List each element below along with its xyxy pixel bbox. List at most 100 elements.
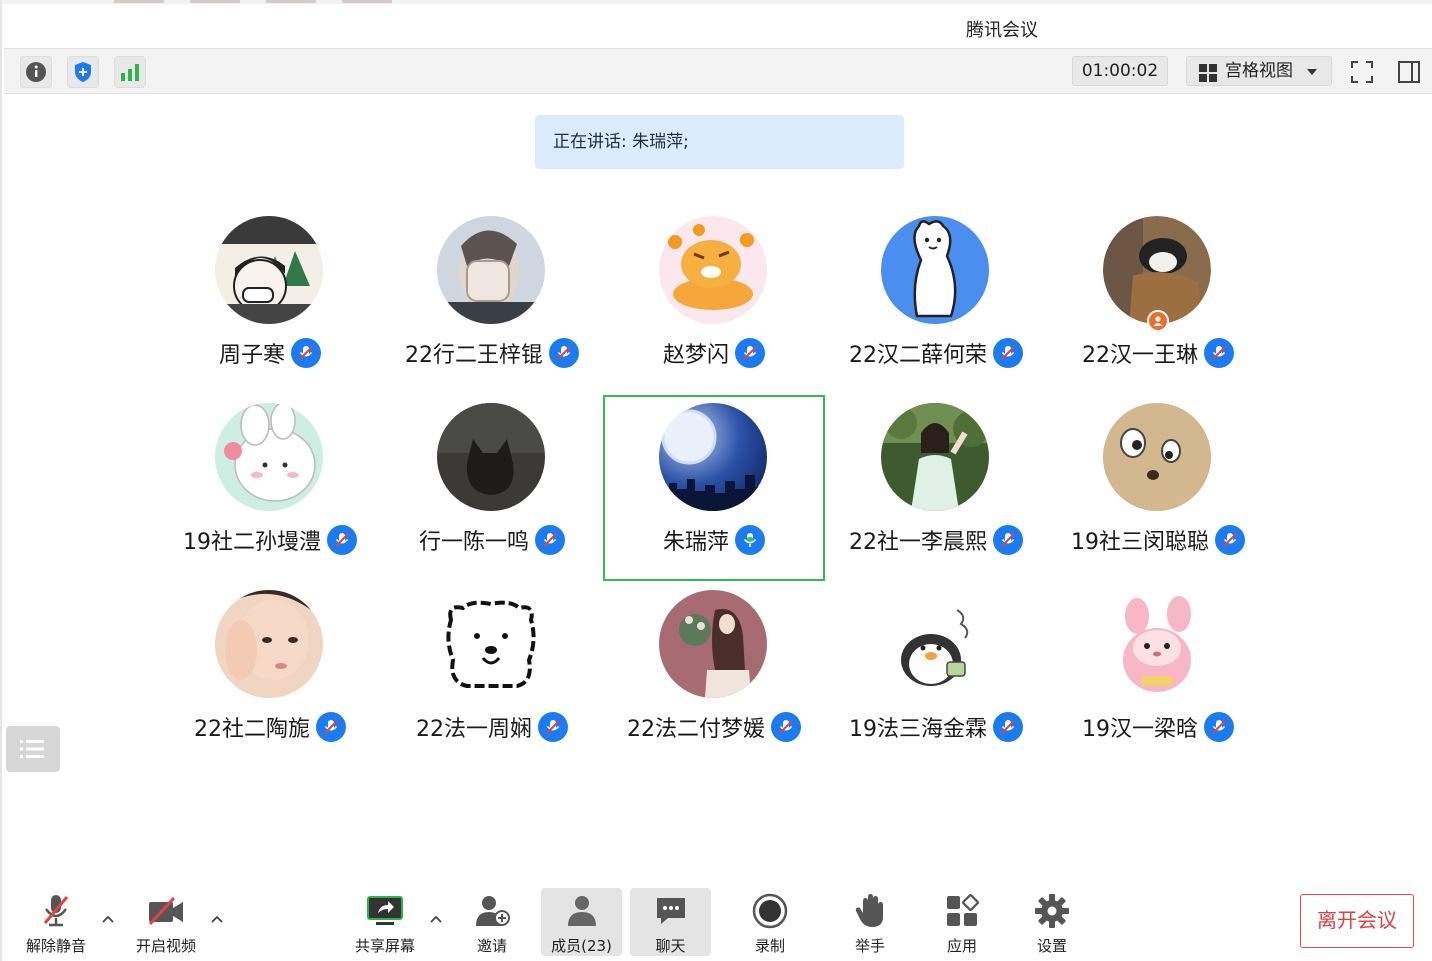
members-icon: [567, 895, 596, 926]
participant-name: 22行二王梓锟: [405, 343, 543, 368]
record-button[interactable]: 录制: [740, 888, 800, 956]
mic-muted-icon: [735, 338, 765, 368]
mic-speaking-icon: [735, 525, 765, 555]
signal-icon: [121, 64, 139, 81]
participant-tile[interactable]: 22汉一王琳: [1047, 208, 1269, 394]
chat-label: 聊天: [655, 937, 686, 955]
info-button[interactable]: [20, 56, 52, 88]
leave-meeting-button[interactable]: 离开会议: [1300, 894, 1414, 948]
participant-name: 19社三闵聪聪: [1071, 530, 1209, 555]
avatar: [659, 590, 767, 698]
participant-tile[interactable]: 22社一李晨熙: [825, 395, 1047, 581]
participant-tile[interactable]: 19社三闵聪聪: [1047, 395, 1269, 581]
participant-tile[interactable]: 行一陈一鸣: [381, 395, 603, 581]
speaking-banner: 正在讲话: 朱瑞萍;: [535, 115, 904, 169]
caret-down-icon: [1307, 69, 1317, 75]
avatar: [881, 590, 989, 698]
fullscreen-icon: [1351, 61, 1373, 83]
participant-tile[interactable]: 周子寒: [159, 208, 381, 394]
apps-button[interactable]: 应用: [932, 888, 992, 956]
settings-button[interactable]: 设置: [1022, 888, 1082, 956]
share-screen-label: 共享屏幕: [354, 937, 415, 955]
participant-name: 周子寒: [218, 343, 285, 368]
hand-icon: [855, 893, 883, 927]
start-video-button[interactable]: 开启视频: [132, 888, 200, 956]
record-label: 录制: [754, 937, 785, 955]
participant-tile[interactable]: 19汉一梁晗: [1047, 582, 1269, 768]
avatar: [1103, 216, 1211, 332]
participant-tile[interactable]: 赵梦闪: [603, 208, 825, 394]
apps-label: 应用: [946, 937, 977, 955]
invite-label: 邀请: [476, 937, 507, 955]
chevron-up-icon: [430, 915, 442, 923]
security-button[interactable]: [67, 56, 99, 88]
mic-muted-icon: [549, 338, 579, 368]
mic-muted-icon: [1204, 338, 1234, 368]
avatar: [437, 403, 545, 511]
mic-off-icon: [43, 894, 69, 926]
avatar: [881, 403, 989, 511]
participant-tile[interactable]: 22法二付梦媛: [603, 582, 825, 768]
participant-name: 22汉二薛何荣: [849, 343, 987, 368]
avatar: [215, 590, 323, 698]
view-label: 宫格视图: [1225, 61, 1293, 81]
title-bar: 腾讯会议: [2, 4, 1432, 48]
participant-tile[interactable]: 22汉二薛何荣: [825, 208, 1047, 394]
chat-button[interactable]: 聊天: [630, 888, 711, 956]
member-list-toggle-button[interactable]: [6, 726, 60, 772]
mic-muted-icon: [993, 525, 1023, 555]
mic-muted-icon: [291, 338, 321, 368]
chevron-up-icon: [211, 915, 223, 923]
participant-tile[interactable]: 19法三海金霖: [825, 582, 1047, 768]
network-button[interactable]: [114, 56, 146, 88]
grid-icon: [1199, 64, 1217, 82]
view-selector[interactable]: 宫格视图: [1186, 56, 1332, 86]
fullscreen-button[interactable]: [1346, 56, 1378, 88]
avatar: [437, 590, 545, 698]
participant-name: 22社二陶旎: [194, 717, 310, 742]
participant-name: 19社二孙墁澧: [183, 530, 321, 555]
start-video-label: 开启视频: [135, 937, 196, 955]
apps-icon: [947, 893, 979, 926]
participant-name: 19汉一梁晗: [1082, 717, 1198, 742]
members-button[interactable]: 成员(23): [541, 888, 622, 956]
raise-hand-button[interactable]: 举手: [840, 888, 900, 956]
avatar: [215, 216, 323, 324]
avatar: [1103, 590, 1211, 698]
avatar: [437, 216, 545, 324]
participant-name: 22法二付梦媛: [627, 717, 765, 742]
avatar: [1103, 403, 1211, 511]
mic-muted-icon: [1204, 712, 1234, 742]
mic-muted-icon: [316, 712, 346, 742]
video-options-chevron[interactable]: [208, 910, 226, 928]
bottom-toolbar: 解除静音 开启视频 共享屏幕 邀请 成员(23) 聊天 录制 举手 应用 设置 …: [4, 870, 1432, 961]
participant-tile[interactable]: 22社二陶旎: [159, 582, 381, 768]
meeting-timer: 01:00:02: [1072, 56, 1168, 86]
participant-tile-active-speaker[interactable]: 朱瑞萍: [603, 395, 825, 581]
unmute-button[interactable]: 解除静音: [22, 888, 90, 956]
participant-tile[interactable]: 22行二王梓锟: [381, 208, 603, 394]
participant-name: 行一陈一鸣: [418, 530, 529, 555]
participant-tile[interactable]: 22法一周娴: [381, 582, 603, 768]
members-label: 成员(23): [551, 937, 612, 955]
participant-name: 赵梦闪: [662, 343, 729, 368]
mic-muted-icon: [1215, 525, 1245, 555]
audio-options-chevron[interactable]: [99, 910, 117, 928]
participant-tile[interactable]: 19社二孙墁澧: [159, 395, 381, 581]
unmute-label: 解除静音: [25, 937, 86, 955]
mic-muted-icon: [993, 712, 1023, 742]
participant-name: 22法一周娴: [416, 717, 532, 742]
share-screen-button[interactable]: 共享屏幕: [350, 888, 420, 956]
list-icon: [20, 740, 44, 758]
share-options-chevron[interactable]: [427, 910, 445, 928]
settings-label: 设置: [1036, 937, 1067, 955]
shield-icon: [75, 62, 91, 82]
top-toolbar: 01:00:02 宫格视图: [4, 48, 1432, 94]
invite-button[interactable]: 邀请: [462, 888, 522, 956]
host-badge-icon: [1147, 310, 1169, 332]
window-title: 腾讯会议: [966, 20, 1038, 41]
sidebar-toggle-button[interactable]: [1393, 56, 1425, 88]
add-person-icon: [476, 895, 510, 926]
chevron-up-icon: [102, 915, 114, 923]
camera-off-icon: [148, 896, 183, 925]
